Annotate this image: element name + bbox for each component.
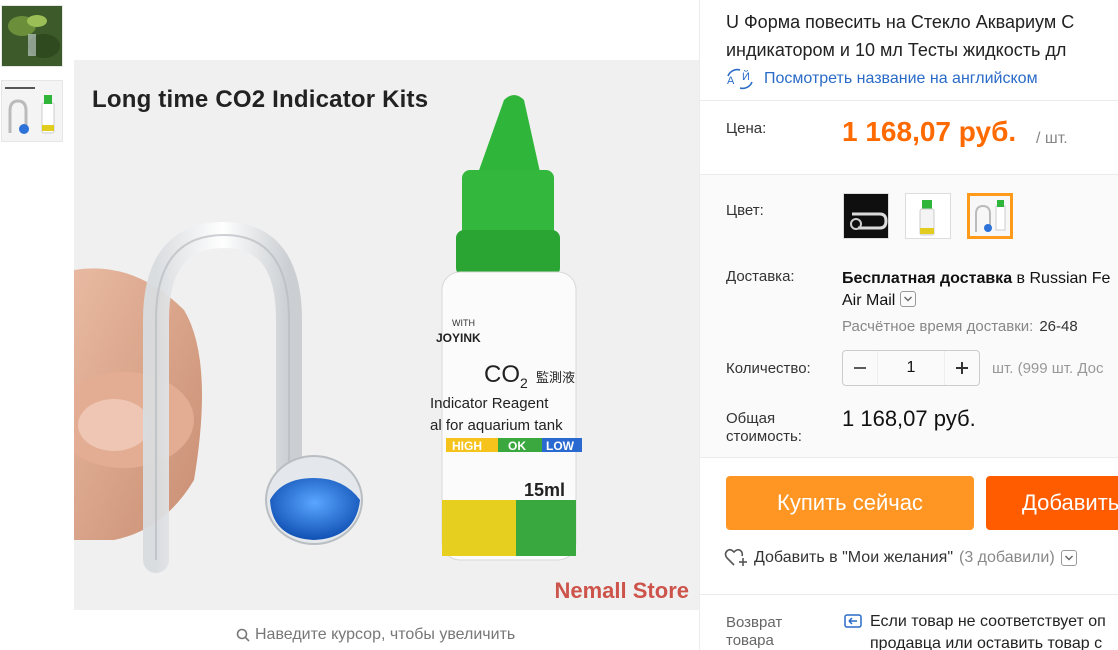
quantity-input[interactable]: 1	[877, 351, 945, 385]
product-kit-thumbnail-icon	[2, 81, 62, 141]
svg-text:CO: CO	[484, 361, 520, 388]
svg-text:Indicator Reagent: Indicator Reagent	[430, 395, 549, 412]
svg-text:Й: Й	[742, 70, 750, 83]
zoom-hint: Наведите курсор, чтобы увеличить	[236, 626, 515, 644]
svg-text:al for aquarium tank: al for aquarium tank	[430, 417, 563, 434]
plus-icon	[956, 362, 968, 374]
total-label-line2: стоимость:	[726, 428, 802, 445]
returns-text-line2: продавца или оставить товар с	[870, 635, 1103, 650]
svg-text:LOW: LOW	[546, 439, 575, 453]
svg-text:A: A	[727, 75, 735, 87]
svg-text:OK: OK	[508, 439, 526, 453]
shipping-label: Доставка:	[726, 268, 795, 285]
svg-text:監測液: 監測液	[536, 370, 575, 386]
wishlist-text[interactable]: Добавить в "Мои желания"	[754, 549, 953, 567]
product-title-line1: U Форма повесить на Стекло Аквариум С	[726, 12, 1075, 32]
total-label-line1: Общая	[726, 410, 776, 427]
co2-kit-photo-icon: CO 2 監測液 Indicator Reagent al for aquari…	[74, 60, 699, 610]
color-option-tube[interactable]	[843, 193, 889, 239]
price-value: 1 168,07 руб.	[842, 116, 1017, 147]
divider	[700, 457, 1118, 458]
chevron-down-icon	[1064, 555, 1073, 561]
main-product-image[interactable]: CO 2 監測液 Indicator Reagent al for aquari…	[74, 60, 699, 610]
delivery-estimate-label: Расчётное время доставки:	[842, 318, 1034, 335]
svg-text:HIGH: HIGH	[452, 439, 482, 453]
minus-icon	[854, 367, 866, 369]
svg-text:JOYINK: JOYINK	[436, 331, 481, 345]
returns-label: Возврат товара	[726, 614, 782, 650]
svg-text:15ml: 15ml	[524, 480, 565, 500]
image-caption: Long time CO2 Indicator Kits	[92, 86, 429, 113]
thumbnail-1[interactable]	[1, 5, 63, 67]
stock-info: шт. (999 шт. Дос	[992, 360, 1104, 377]
add-to-cart-button[interactable]: Добавить	[986, 476, 1118, 530]
returns-text: Если товар не соответствует оп продавца …	[870, 611, 1106, 650]
divider	[700, 100, 1118, 101]
free-shipping-text: Бесплатная доставка	[842, 270, 1013, 287]
color-label: Цвет:	[726, 202, 764, 219]
delivery-estimate: Расчётное время доставки: 26-48	[842, 318, 1078, 335]
wishlist-dropdown-button[interactable]	[1060, 550, 1077, 566]
price-label: Цена:	[726, 120, 767, 137]
heart-plus-icon	[724, 548, 747, 566]
reagent-bottle-swatch-icon	[906, 194, 950, 238]
quantity-stepper: 1	[842, 350, 980, 386]
shipping-country: в Russian Fe	[1012, 270, 1111, 287]
chevron-down-icon	[904, 296, 913, 302]
wishlist-row[interactable]: Добавить в "Мои желания" (3 добавили)	[724, 548, 1077, 568]
zoom-hint-text: Наведите курсор, чтобы увеличить	[255, 626, 516, 643]
plant-photo-icon	[2, 6, 62, 66]
price-unit: / шт.	[1036, 130, 1068, 147]
delivery-estimate-value: 26-48	[1039, 318, 1078, 335]
quantity-label: Количество:	[726, 360, 811, 377]
u-tube-swatch-icon	[844, 194, 888, 238]
wishlist-count: (3 добавили)	[959, 549, 1055, 566]
store-watermark: Nemall Store	[554, 578, 690, 603]
return-policy-icon	[844, 614, 862, 628]
kit-swatch-icon	[970, 196, 1010, 236]
buy-now-button[interactable]: Купить сейчас	[726, 476, 974, 530]
increase-button[interactable]	[945, 351, 979, 385]
shipping-method: Бесплатная доставка в Russian Fe Air Mai…	[842, 268, 1118, 312]
total-label: Общая стоимость:	[726, 410, 802, 446]
color-option-reagent[interactable]	[905, 193, 951, 239]
product-title-line2: индикатором и 10 мл Тесты жидкость дл	[726, 40, 1067, 60]
magnifier-icon	[236, 628, 250, 642]
shipping-expand-button[interactable]	[900, 291, 917, 307]
returns-label-line2: товара	[726, 632, 774, 649]
returns-text-line1: Если товар не соответствует оп	[870, 613, 1106, 630]
total-value: 1 168,07 руб.	[842, 406, 976, 431]
product-info-panel: U Форма повесить на Стекло Аквариум С ин…	[699, 0, 1118, 650]
divider	[700, 594, 1118, 595]
color-option-kit[interactable]	[967, 193, 1013, 239]
product-title: U Форма повесить на Стекло Аквариум С ин…	[726, 8, 1118, 64]
translate-icon: A Й	[727, 68, 753, 90]
translate-link[interactable]: A Й Посмотреть название на английском	[724, 68, 1038, 90]
thumbnail-2[interactable]	[1, 80, 63, 142]
svg-text:2: 2	[520, 375, 528, 391]
translate-link-text[interactable]: Посмотреть название на английском	[764, 70, 1038, 88]
decrease-button[interactable]	[843, 351, 877, 385]
svg-text:WITH: WITH	[452, 318, 475, 328]
shipping-carrier: Air Mail	[842, 292, 896, 309]
returns-label-line1: Возврат	[726, 614, 783, 631]
